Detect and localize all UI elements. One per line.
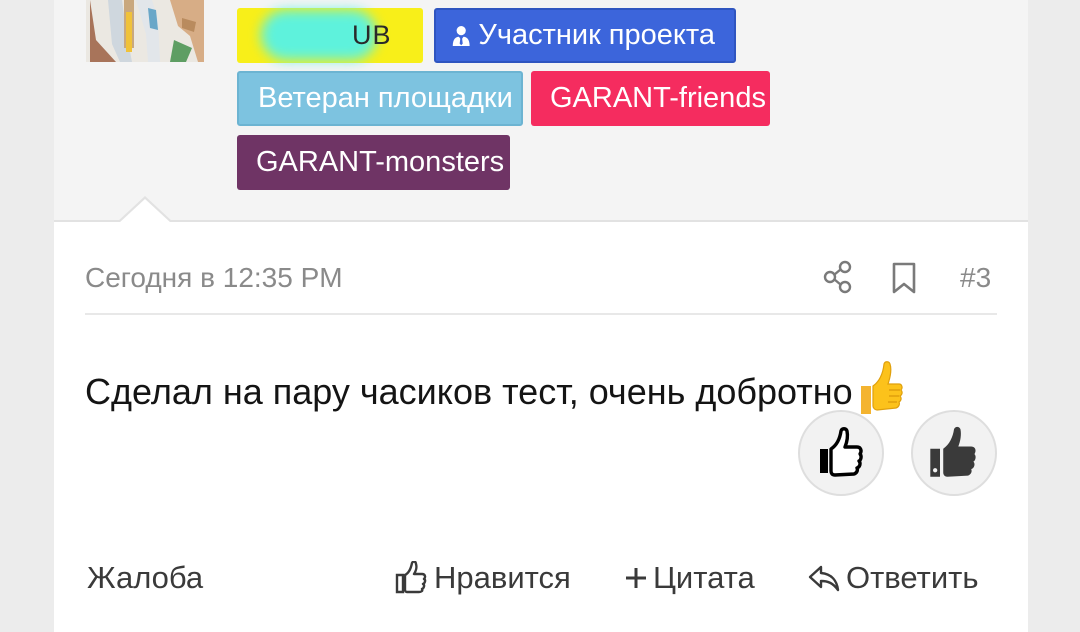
badge-club-label: UB <box>352 20 392 50</box>
post-message-text: Сделал на пару часиков тест, очень добро… <box>85 371 853 412</box>
badge-member-label: Участник проекта <box>478 19 715 51</box>
reply-button[interactable]: Ответить <box>808 560 979 596</box>
quote-button[interactable]: Цитата <box>625 560 755 596</box>
badge-garant-monsters: GARANT-monsters <box>237 135 510 190</box>
post-date[interactable]: Сегодня в 12:35 PM <box>85 262 343 294</box>
divider <box>85 313 997 315</box>
reply-label: Ответить <box>846 560 979 595</box>
bookmark-icon[interactable] <box>891 262 917 294</box>
badge-friends-label: GARANT-friends <box>550 82 766 114</box>
post-author-header: UB Участник проекта Ветеран площадки GAR… <box>54 0 1028 222</box>
post-actions-bar: Жалоба Нравится Цитата Ответить <box>54 556 1028 602</box>
report-link[interactable]: Жалоба <box>87 560 203 596</box>
reaction-like-button[interactable] <box>798 410 884 496</box>
badge-garant-friends: GARANT-friends <box>531 71 770 126</box>
like-label: Нравится <box>434 560 571 595</box>
header-pointer-fill <box>119 199 171 223</box>
badge-monsters-label: GARANT-monsters <box>256 146 505 178</box>
thumbs-up-outline-icon <box>820 427 863 477</box>
post-number-link[interactable]: #3 <box>960 262 991 294</box>
plus-icon <box>626 568 646 588</box>
badge-club: UB <box>237 8 423 63</box>
reply-arrow-icon <box>808 565 840 592</box>
thumbs-up-outline-icon <box>395 561 427 594</box>
post-meta-row: Сегодня в 12:35 PM #3 <box>85 256 997 302</box>
quote-label: Цитата <box>653 560 755 595</box>
thumbs-up-emoji-icon <box>860 361 903 414</box>
post-message: Сделал на пару часиков тест, очень добро… <box>85 360 903 416</box>
badge-veteran-label: Ветеран площадки <box>258 82 513 114</box>
avatar[interactable] <box>86 0 204 62</box>
thumbs-up-filled-icon <box>930 426 976 477</box>
report-label: Жалоба <box>87 560 204 595</box>
user-tie-icon <box>452 25 470 46</box>
share-icon[interactable] <box>823 260 853 294</box>
badge-project-member: Участник проекта <box>434 8 736 63</box>
badge-veteran: Ветеран площадки <box>237 71 523 126</box>
like-button[interactable]: Нравится <box>394 560 571 596</box>
post-card: UB Участник проекта Ветеран площадки GAR… <box>54 0 1028 632</box>
reaction-thumbs-up-button[interactable] <box>911 410 997 496</box>
